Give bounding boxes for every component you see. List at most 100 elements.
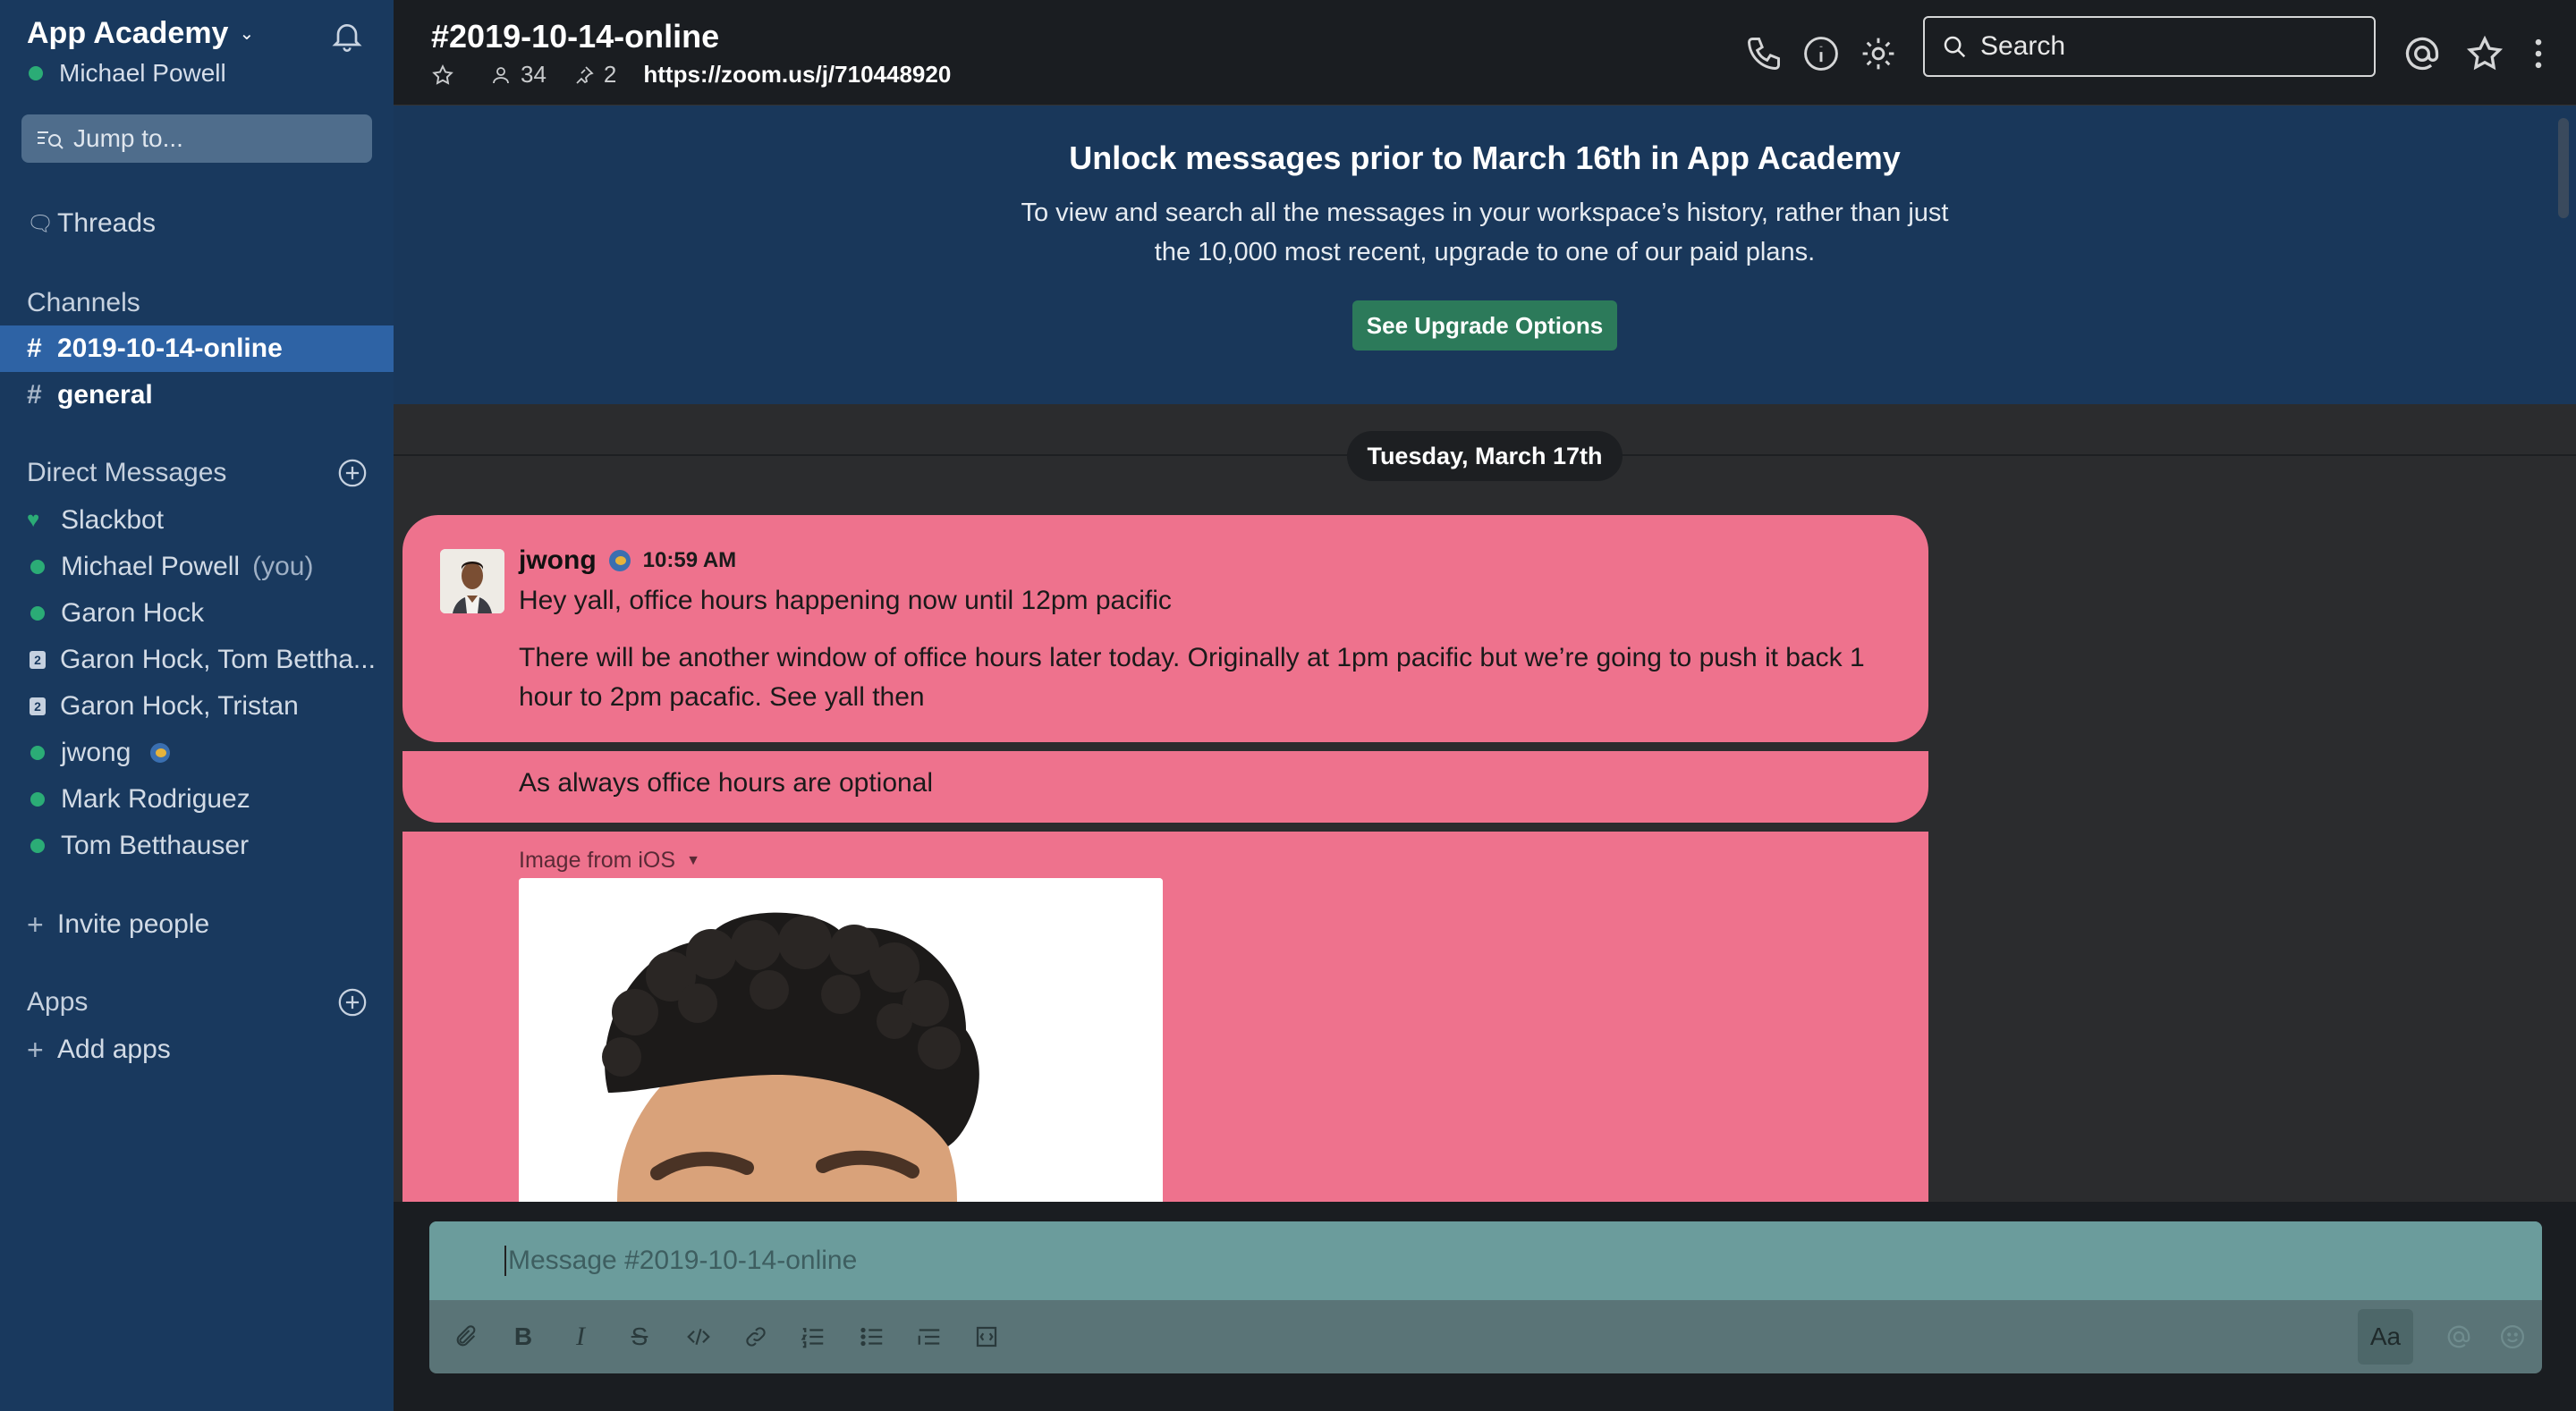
channel-header: #2019-10-14-online 34 2 https://zoom.us/… bbox=[394, 0, 2576, 106]
message-header: jwong 10:59 AM bbox=[519, 545, 736, 576]
mentions-at-icon[interactable] bbox=[2402, 34, 2442, 73]
dm-name: Garon Hock, Tom Bettha... bbox=[60, 645, 376, 674]
file-title[interactable]: Image from iOS ▼ bbox=[519, 848, 700, 874]
topic-link[interactable]: https://zoom.us/j/710448920 bbox=[643, 61, 951, 89]
apps-header[interactable]: Apps bbox=[27, 987, 88, 1018]
attachment-paperclip-icon[interactable] bbox=[449, 1320, 483, 1354]
formatting-toggle-button[interactable]: Aa bbox=[2358, 1309, 2413, 1365]
message-composer: B I S Aa bbox=[429, 1221, 2542, 1373]
chevron-down-icon[interactable]: ⌄ bbox=[239, 22, 254, 45]
more-vertical-icon[interactable] bbox=[2519, 34, 2558, 73]
italic-icon[interactable]: I bbox=[564, 1320, 597, 1354]
blockquote-icon[interactable] bbox=[912, 1320, 946, 1354]
starred-star-icon[interactable] bbox=[2465, 34, 2504, 73]
sidebar-item-channel-2019-10-14-online[interactable]: # 2019-10-14-online bbox=[0, 325, 394, 372]
member-count-badge: 2 bbox=[30, 697, 46, 715]
dm-name: Mark Rodriguez bbox=[61, 784, 250, 814]
channel-title[interactable]: #2019-10-14-online bbox=[431, 18, 719, 55]
code-icon[interactable] bbox=[682, 1320, 716, 1354]
message[interactable]: jwong 10:59 AM Hey yall, office hours ha… bbox=[402, 515, 1928, 742]
sidebar-item-dm-jwong[interactable]: jwong bbox=[0, 730, 394, 776]
strikethrough-icon[interactable]: S bbox=[623, 1320, 657, 1354]
workspace-name[interactable]: App Academy bbox=[27, 16, 228, 51]
direct-messages-header[interactable]: Direct Messages bbox=[27, 458, 226, 488]
message-text: Hey yall, office hours happening now unt… bbox=[519, 586, 1172, 615]
sidebar: App Academy ⌄ Michael Powell Jump to... … bbox=[0, 0, 394, 1411]
link-icon[interactable] bbox=[739, 1320, 773, 1354]
avatar[interactable] bbox=[440, 549, 504, 613]
bell-icon[interactable] bbox=[329, 18, 365, 54]
message-text: As always office hours are optional bbox=[519, 768, 934, 798]
add-app-plus-icon[interactable] bbox=[337, 987, 368, 1018]
presence-dot bbox=[29, 66, 43, 80]
channel-name: 2019-10-14-online bbox=[57, 334, 283, 363]
status-emoji-icon bbox=[150, 743, 171, 763]
sidebar-item-dm-group-1[interactable]: 2 Garon Hock, Tom Bettha... bbox=[0, 637, 394, 683]
bulleted-list-icon[interactable] bbox=[855, 1320, 889, 1354]
caret-down-icon[interactable]: ▼ bbox=[686, 853, 700, 869]
hash-icon: # bbox=[27, 380, 42, 410]
members-count: 34 bbox=[521, 61, 547, 88]
sidebar-item-channel-general[interactable]: # general bbox=[0, 372, 394, 418]
channel-meta: 34 2 https://zoom.us/j/710448920 bbox=[431, 61, 978, 89]
dm-name: jwong bbox=[61, 738, 131, 767]
day-divider[interactable]: Tuesday, March 17th bbox=[1347, 431, 1623, 481]
file-name: Image from iOS bbox=[519, 848, 676, 873]
channels-header[interactable]: Channels bbox=[27, 288, 140, 318]
composer-area: B I S Aa bbox=[394, 1202, 2576, 1411]
message-file[interactable]: Image from iOS ▼ bbox=[402, 832, 1928, 1202]
message[interactable]: As always office hours are optional bbox=[402, 751, 1928, 823]
formatting-toolbar: B I S Aa bbox=[429, 1300, 2542, 1373]
code-block-icon[interactable] bbox=[970, 1320, 1004, 1354]
sidebar-item-dm-michael-powell[interactable]: Michael Powell (you) bbox=[0, 544, 394, 590]
pin-icon bbox=[576, 65, 594, 84]
pins-count: 2 bbox=[603, 61, 617, 88]
sidebar-item-dm-slackbot[interactable]: ♥ Slackbot bbox=[0, 497, 394, 544]
add-apps-label: Add apps bbox=[57, 1035, 171, 1064]
person-icon bbox=[493, 66, 509, 83]
bold-icon[interactable]: B bbox=[506, 1320, 540, 1354]
mention-at-icon[interactable] bbox=[2442, 1320, 2476, 1354]
threads-icon: 🗨︎ bbox=[27, 211, 55, 236]
current-user[interactable]: Michael Powell bbox=[29, 59, 226, 88]
members-button[interactable]: 34 bbox=[490, 61, 547, 89]
emoji-smile-icon[interactable] bbox=[2496, 1320, 2529, 1354]
channel-name: general bbox=[57, 380, 153, 410]
author-name[interactable]: jwong bbox=[519, 545, 597, 576]
member-count-badge: 2 bbox=[30, 651, 46, 669]
sidebar-item-dm-garon-hock[interactable]: Garon Hock bbox=[0, 590, 394, 637]
presence-dot bbox=[30, 560, 45, 574]
timestamp[interactable]: 10:59 AM bbox=[643, 548, 736, 573]
add-dm-plus-icon[interactable] bbox=[337, 458, 368, 488]
you-suffix: (you) bbox=[252, 552, 314, 581]
heart-icon: ♥ bbox=[27, 508, 40, 532]
star-channel-button[interactable] bbox=[431, 63, 463, 87]
composer-input-row bbox=[429, 1221, 2542, 1300]
dm-name: Michael Powell bbox=[61, 552, 241, 581]
message-input[interactable] bbox=[504, 1246, 2472, 1276]
sidebar-item-threads[interactable]: 🗨︎ Threads bbox=[0, 200, 394, 247]
image-attachment[interactable] bbox=[519, 878, 1163, 1202]
scrollbar[interactable] bbox=[2558, 118, 2569, 218]
see-upgrade-options-button[interactable]: See Upgrade Options bbox=[1352, 300, 1617, 351]
presence-dot bbox=[30, 746, 45, 760]
presence-dot bbox=[30, 606, 45, 621]
search-input[interactable]: Search bbox=[1923, 16, 2376, 77]
current-user-name: Michael Powell bbox=[59, 59, 226, 87]
workspace-menu[interactable]: App Academy ⌄ bbox=[27, 16, 254, 51]
invite-people-button[interactable]: + Invite people bbox=[0, 901, 394, 948]
phone-icon[interactable] bbox=[1744, 34, 1784, 73]
jump-to-button[interactable]: Jump to... bbox=[21, 114, 372, 163]
presence-dot bbox=[30, 839, 45, 853]
gear-icon[interactable] bbox=[1859, 34, 1898, 73]
info-icon[interactable] bbox=[1801, 34, 1841, 73]
add-apps-button[interactable]: + Add apps bbox=[0, 1027, 394, 1073]
sidebar-item-dm-group-2[interactable]: 2 Garon Hock, Tristan bbox=[0, 683, 394, 730]
pins-button[interactable]: 2 bbox=[573, 61, 616, 89]
ordered-list-icon[interactable] bbox=[796, 1320, 830, 1354]
dm-name: Garon Hock bbox=[61, 598, 205, 628]
sidebar-item-dm-mark-rodriguez[interactable]: Mark Rodriguez bbox=[0, 776, 394, 823]
banner-body: To view and search all the messages in y… bbox=[1021, 199, 1949, 266]
sidebar-item-dm-tom-betthauser[interactable]: Tom Betthauser bbox=[0, 823, 394, 869]
status-emoji-icon bbox=[608, 550, 631, 571]
